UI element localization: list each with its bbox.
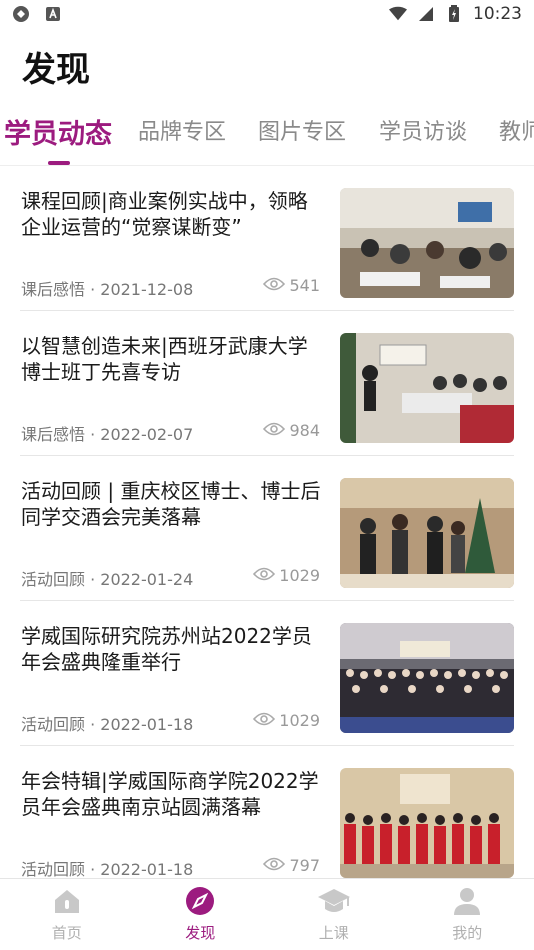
view-count: 1029 — [279, 566, 320, 585]
article-item[interactable]: 课程回顾|商业案例实战中，领略企业运营的“觉察谋断变” 课后感悟 · 2021-… — [0, 166, 534, 311]
tab-teachers[interactable]: 教师 — [499, 114, 534, 146]
nav-profile[interactable]: 我的 — [401, 879, 534, 950]
article-meta: 课后感悟 · 2021-12-08 — [21, 280, 194, 299]
eye-icon — [253, 566, 276, 585]
article-views: 541 — [263, 276, 320, 295]
home-icon — [52, 886, 82, 920]
app-notification-icon — [44, 5, 62, 23]
signal-icon — [417, 5, 435, 23]
eye-icon — [253, 711, 276, 730]
article-thumbnail — [340, 478, 514, 588]
status-bar: 10:23 — [0, 0, 534, 28]
article-views: 1029 — [253, 566, 320, 585]
nav-discover[interactable]: 发现 — [134, 879, 268, 950]
article-item[interactable]: 以智慧创造未来|西班牙武康大学博士班丁先喜专访 课后感悟 · 2022-02-0… — [0, 311, 534, 456]
article-thumbnail — [340, 623, 514, 733]
article-title: 以智慧创造未来|西班牙武康大学博士班丁先喜专访 — [21, 334, 308, 384]
compass-icon — [185, 886, 215, 920]
article-views: 1029 — [253, 711, 320, 730]
active-tab-indicator — [48, 161, 70, 165]
article-views: 797 — [263, 856, 320, 875]
article-item[interactable]: 学威国际研究院苏州站2022学员年会盛典隆重举行 活动回顾 · 2022-01-… — [0, 601, 534, 746]
tab-brand-zone[interactable]: 品牌专区 — [138, 114, 226, 146]
article-thumbnail — [340, 188, 514, 298]
nav-class-label: 上课 — [318, 924, 349, 942]
nav-discover-label: 发现 — [185, 924, 216, 942]
article-item[interactable]: 年会特辑|学威国际商学院2022学员年会盛典南京站圆满落幕 活动回顾 · 202… — [0, 746, 534, 878]
view-count: 797 — [289, 856, 320, 875]
tab-student-interviews[interactable]: 学员访谈 — [379, 114, 467, 146]
sync-icon — [12, 5, 30, 23]
battery-icon — [445, 5, 463, 23]
wifi-icon — [389, 5, 407, 23]
page-title: 发现 — [22, 50, 90, 90]
article-thumbnail — [340, 768, 514, 878]
status-time: 10:23 — [473, 4, 522, 24]
article-title: 学威国际研究院苏州站2022学员年会盛典隆重举行 — [21, 624, 312, 674]
nav-class[interactable]: 上课 — [267, 879, 401, 950]
view-count: 1029 — [279, 711, 320, 730]
graduation-cap-icon — [317, 886, 351, 920]
article-views: 984 — [263, 421, 320, 440]
eye-icon — [263, 276, 286, 295]
article-title: 课程回顾|商业案例实战中，领略企业运营的“觉察谋断变” — [21, 189, 308, 239]
nav-home-label: 首页 — [51, 924, 82, 942]
tab-student-news[interactable]: 学员动态 — [4, 112, 112, 151]
view-count: 984 — [289, 421, 320, 440]
nav-profile-label: 我的 — [452, 924, 483, 942]
article-meta: 课后感悟 · 2022-02-07 — [21, 425, 194, 444]
bottom-nav: 首页 发现 上课 我的 — [0, 878, 534, 950]
user-icon — [452, 886, 482, 920]
article-meta: 活动回顾 · 2022-01-18 — [21, 715, 194, 734]
article-list[interactable]: 课程回顾|商业案例实战中，领略企业运营的“觉察谋断变” 课后感悟 · 2021-… — [0, 166, 534, 878]
article-meta: 活动回顾 · 2022-01-18 — [21, 860, 194, 878]
nav-home[interactable]: 首页 — [0, 879, 134, 950]
view-count: 541 — [289, 276, 320, 295]
article-item[interactable]: 活动回顾 | 重庆校区博士、博士后同学交酒会完美落幕 活动回顾 · 2022-0… — [0, 456, 534, 601]
article-thumbnail — [340, 333, 514, 443]
article-title: 年会特辑|学威国际商学院2022学员年会盛典南京站圆满落幕 — [21, 769, 319, 819]
article-meta: 活动回顾 · 2022-01-24 — [21, 570, 194, 589]
category-tabs: 学员动态 品牌专区 图片专区 学员访谈 教师 — [0, 108, 534, 166]
article-title: 活动回顾 | 重庆校区博士、博士后同学交酒会完美落幕 — [21, 479, 321, 529]
eye-icon — [263, 856, 286, 875]
tab-photo-zone[interactable]: 图片专区 — [258, 114, 346, 146]
eye-icon — [263, 421, 286, 440]
